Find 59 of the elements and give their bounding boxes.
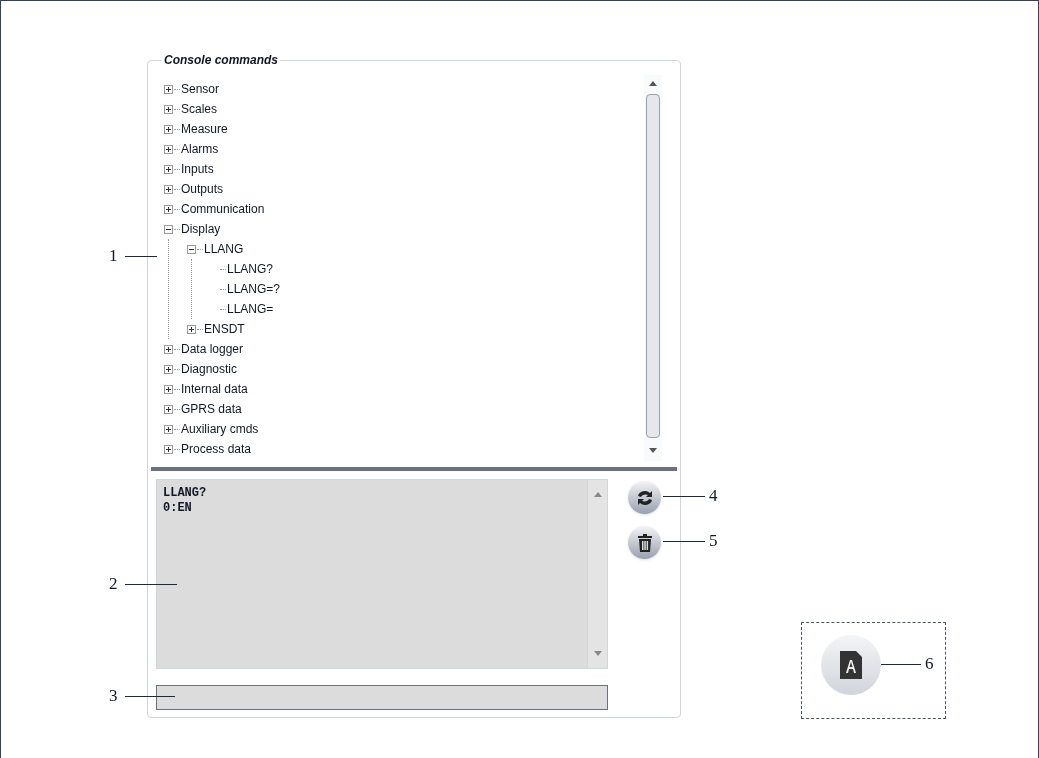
collapse-icon[interactable] [164,224,173,234]
tree-item[interactable]: Outputs [181,182,224,196]
expand-icon[interactable] [164,104,173,114]
leader-line [881,664,921,665]
expand-icon[interactable] [164,404,173,414]
tree-item[interactable]: Communication [181,202,265,216]
tree-item[interactable]: LLANG=? [227,282,281,296]
scroll-up-icon[interactable] [649,81,657,86]
expand-icon[interactable] [164,424,173,434]
leader-line [663,541,705,542]
expand-icon[interactable] [164,364,173,374]
scroll-down-icon[interactable] [649,448,657,453]
tree-item[interactable]: Display [181,222,221,236]
callout-number: 1 [109,247,118,265]
callout-number: 4 [709,487,718,505]
expand-icon[interactable] [187,324,196,334]
expand-icon[interactable] [164,444,173,454]
collapse-icon[interactable] [187,244,196,254]
expand-icon[interactable] [164,124,173,134]
command-input[interactable] [156,685,608,710]
tree-item[interactable]: Sensor [181,82,220,96]
tree-item[interactable]: Inputs [181,162,214,176]
leader-line [125,256,157,257]
tree-item[interactable]: LLANG= [227,302,274,316]
tree-item[interactable]: Internal data [181,382,248,396]
expand-icon[interactable] [164,164,173,174]
trash-icon [636,533,653,552]
leader-line [125,696,175,697]
tree-item[interactable]: Auxiliary cmds [181,422,259,436]
tree-item[interactable]: LLANG? [227,262,274,276]
scroll-thumb[interactable] [646,94,660,438]
tree-item[interactable]: LLANG [204,242,244,256]
expand-icon[interactable] [164,144,173,154]
tree-item[interactable]: Process data [181,442,252,456]
callout-number: 5 [709,532,718,550]
document-icon [840,651,862,679]
callout-number: 6 [925,655,934,673]
tree-item[interactable]: Data logger [181,342,244,356]
leader-line [663,496,705,497]
callout-number: 2 [109,575,118,593]
callout-number: 3 [109,687,118,705]
tree-item[interactable]: GPRS data [181,402,242,416]
tree-item[interactable]: Diagnostic [181,362,238,376]
refresh-button[interactable] [628,481,661,514]
expand-icon[interactable] [164,84,173,94]
output-line: 0:EN [163,501,193,516]
tree-item[interactable]: ENSDT [204,322,245,336]
expand-icon[interactable] [164,344,173,354]
output-line: LLANG? [163,486,208,501]
scrollbar[interactable] [644,75,662,461]
tree-item[interactable]: Scales [181,102,218,116]
panel-title: Console commands [162,53,281,67]
leader-line [125,584,177,585]
expand-icon[interactable] [164,384,173,394]
delete-button[interactable] [628,526,661,559]
tree-item[interactable]: Alarms [181,142,219,156]
expand-icon[interactable] [164,184,173,194]
tree-item[interactable]: Measure [181,122,228,136]
expand-icon[interactable] [164,204,173,214]
